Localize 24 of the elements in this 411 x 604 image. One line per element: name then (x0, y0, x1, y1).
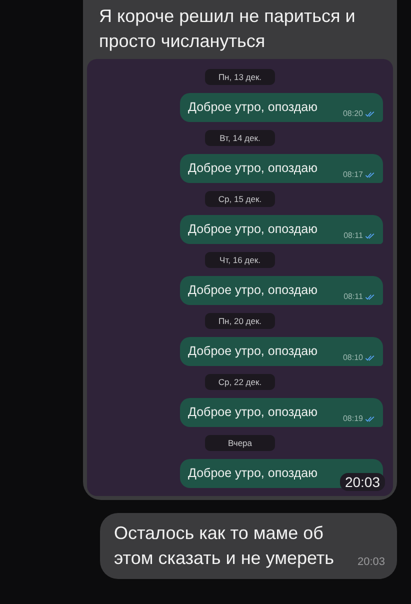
message-text: Я короче решил не париться и просто числануться (98, 5, 356, 53)
message-text: Доброе утро, опоздаю (188, 466, 318, 481)
message-text: Доброе утро, опоздаю (188, 405, 318, 420)
message-time: 20:03 (357, 556, 385, 568)
message-text: Доброе утро, опоздаю (188, 161, 318, 176)
message-time: 08:11 (344, 231, 363, 240)
message-text: Доброе утро, опоздаю (188, 283, 318, 298)
date-label: Ср, 22 дек. (205, 374, 275, 390)
message-time: 08:10 (342, 353, 363, 362)
date-label: Чт, 16 дек. (205, 252, 275, 268)
message-time: 08:11 (344, 292, 363, 301)
date-label: Ср, 15 дек. (205, 191, 275, 207)
message-text: Осталось как то маме об этом сказать и не умереть (114, 522, 336, 570)
message-time: 08:19 (342, 414, 363, 423)
timestamp: 20:03 (340, 473, 385, 491)
date-label: Пн, 13 дек. (205, 69, 275, 85)
message-text: Доброе утро, опоздаю (188, 100, 318, 115)
date-label: Вчера (205, 435, 275, 451)
message-time: 08:17 (342, 170, 363, 179)
message-time: 08:20 (342, 109, 363, 118)
date-label: Пн, 20 дек. (205, 313, 275, 329)
message-text: Доброе утро, опоздаю (188, 222, 318, 237)
date-label: Вт, 14 дек. (205, 130, 275, 146)
message-text: Доброе утро, опоздаю (188, 344, 318, 359)
